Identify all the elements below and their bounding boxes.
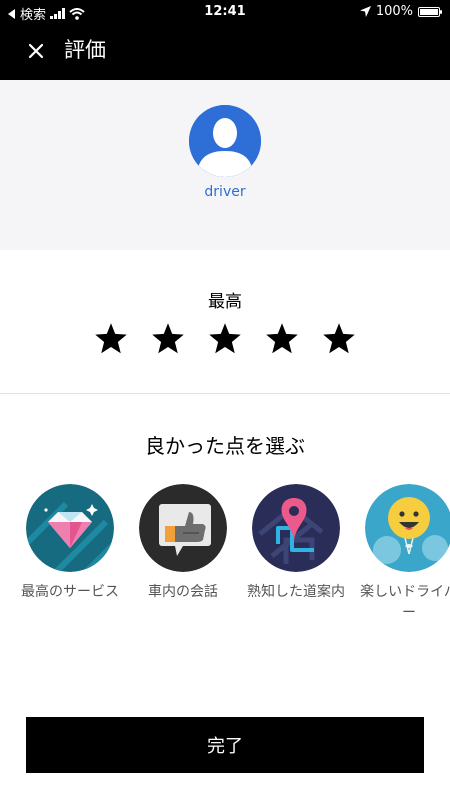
done-button[interactable]: 完了 xyxy=(26,717,424,773)
smiley-balloon-icon xyxy=(365,484,450,572)
star-icon[interactable] xyxy=(264,321,300,357)
driver-name: driver xyxy=(204,184,246,200)
close-button[interactable] xyxy=(20,35,52,67)
diamond-icon xyxy=(26,484,114,572)
status-bar: 検索 12:41 100% xyxy=(0,0,450,24)
battery-percent: 100% xyxy=(375,4,413,19)
compliment-label: 車内の会話 xyxy=(148,584,218,600)
compliment-navigation[interactable]: 熟知した道案内 xyxy=(246,484,346,624)
rating-label: 最高 xyxy=(208,292,242,312)
header: 評価 xyxy=(0,24,450,80)
compliments-title: 良かった点を選ぶ xyxy=(145,434,305,458)
compliment-great-service[interactable]: 最高のサービス xyxy=(20,484,120,624)
divider xyxy=(0,393,450,394)
compliment-label: 最高のサービス xyxy=(21,584,119,600)
thumbs-up-badge xyxy=(139,484,227,572)
close-icon xyxy=(28,43,44,59)
star-icon[interactable] xyxy=(93,321,129,357)
compliment-list: 最高のサービス 車内の会話 熟知した道案内 楽しいドライバー xyxy=(20,484,450,624)
person-silhouette-icon xyxy=(189,105,261,177)
compliment-label: 楽しいドライバー xyxy=(360,584,450,621)
driver-profile: driver xyxy=(0,80,450,250)
smiley-badge xyxy=(365,484,450,572)
star-rating xyxy=(0,321,450,357)
battery-icon xyxy=(418,6,442,17)
map-pin-icon xyxy=(252,484,340,572)
map-pin-badge xyxy=(252,484,340,572)
thumbs-up-icon xyxy=(139,484,227,572)
diamond-badge xyxy=(26,484,114,572)
battery-level-fill xyxy=(420,8,438,15)
compliment-label: 熟知した道案内 xyxy=(247,584,345,600)
location-arrow-icon xyxy=(359,6,371,17)
star-icon[interactable] xyxy=(207,321,243,357)
star-icon[interactable] xyxy=(321,321,357,357)
avatar xyxy=(189,105,261,177)
star-icon[interactable] xyxy=(150,321,186,357)
compliment-fun-driver[interactable]: 楽しいドライバー xyxy=(359,484,450,624)
compliment-conversation[interactable]: 車内の会話 xyxy=(133,484,233,624)
page-title: 評価 xyxy=(64,38,106,62)
